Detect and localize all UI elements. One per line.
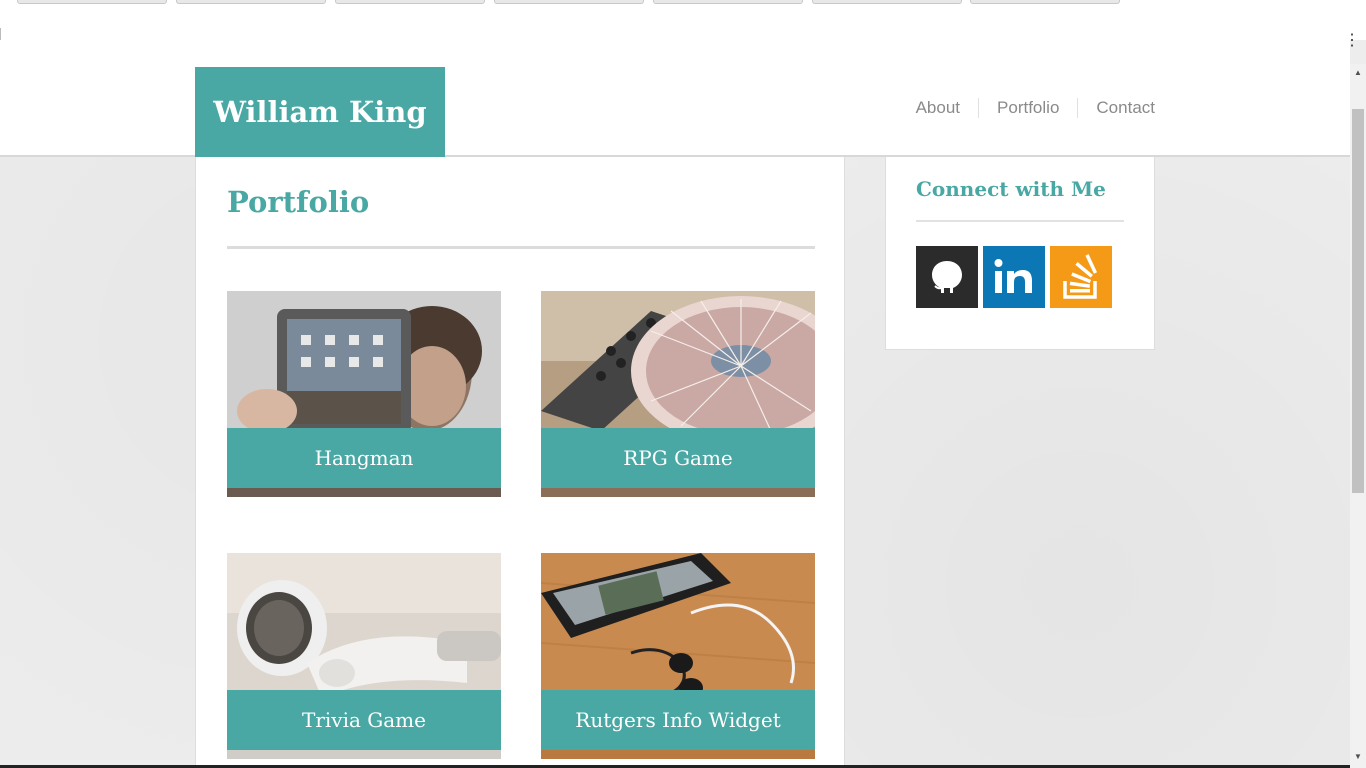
page-title: Portfolio bbox=[227, 185, 370, 219]
project-card-trivia-game[interactable]: Trivia Game bbox=[227, 553, 501, 759]
scroll-thumb[interactable] bbox=[1352, 109, 1364, 493]
nav-item-about[interactable]: About bbox=[898, 98, 978, 118]
site-header: William King About Portfolio Contact bbox=[0, 40, 1350, 157]
project-label: Hangman bbox=[227, 428, 501, 488]
linkedin-icon bbox=[994, 259, 1032, 293]
scroll-down-arrow-icon[interactable]: ▼ bbox=[1350, 750, 1366, 764]
scroll-up-arrow-icon[interactable]: ▲ bbox=[1350, 66, 1366, 80]
project-card-hangman[interactable]: Hangman bbox=[227, 291, 501, 497]
sidebar-divider bbox=[916, 220, 1124, 222]
brand-logo[interactable]: William King bbox=[195, 67, 445, 157]
project-label: Trivia Game bbox=[227, 690, 501, 750]
sidebar-title: Connect with Me bbox=[916, 177, 1106, 201]
title-divider bbox=[227, 246, 815, 249]
connect-sidebar: Connect with Me bbox=[885, 157, 1155, 350]
nav-item-portfolio[interactable]: Portfolio bbox=[978, 98, 1077, 118]
nav-item-contact[interactable]: Contact bbox=[1077, 98, 1155, 118]
github-link[interactable] bbox=[916, 246, 978, 308]
project-label: RPG Game bbox=[541, 428, 815, 488]
browser-tab[interactable] bbox=[653, 0, 803, 4]
project-label: Rutgers Info Widget bbox=[541, 690, 815, 750]
browser-tab[interactable] bbox=[335, 0, 485, 4]
page-scrollbar[interactable]: ▲ ▼ bbox=[1350, 64, 1366, 768]
github-icon bbox=[932, 261, 962, 293]
project-card-rpg-game[interactable]: RPG Game bbox=[541, 291, 815, 497]
project-card-rutgers-info-widget[interactable]: Rutgers Info Widget bbox=[541, 553, 815, 759]
portfolio-section: Portfolio Hangman RPG Game Trivia Game R… bbox=[195, 157, 845, 768]
browser-tab[interactable] bbox=[176, 0, 326, 4]
main-nav: About Portfolio Contact bbox=[898, 98, 1155, 118]
browser-tab[interactable] bbox=[17, 0, 167, 4]
browser-tab[interactable] bbox=[970, 0, 1120, 4]
browser-tab[interactable] bbox=[494, 0, 644, 4]
linkedin-link[interactable] bbox=[983, 246, 1045, 308]
stackoverflow-link[interactable] bbox=[1050, 246, 1112, 308]
stackoverflow-icon bbox=[1063, 254, 1098, 299]
browser-chrome: ⋮ bbox=[0, 0, 1366, 66]
browser-tab[interactable] bbox=[812, 0, 962, 4]
